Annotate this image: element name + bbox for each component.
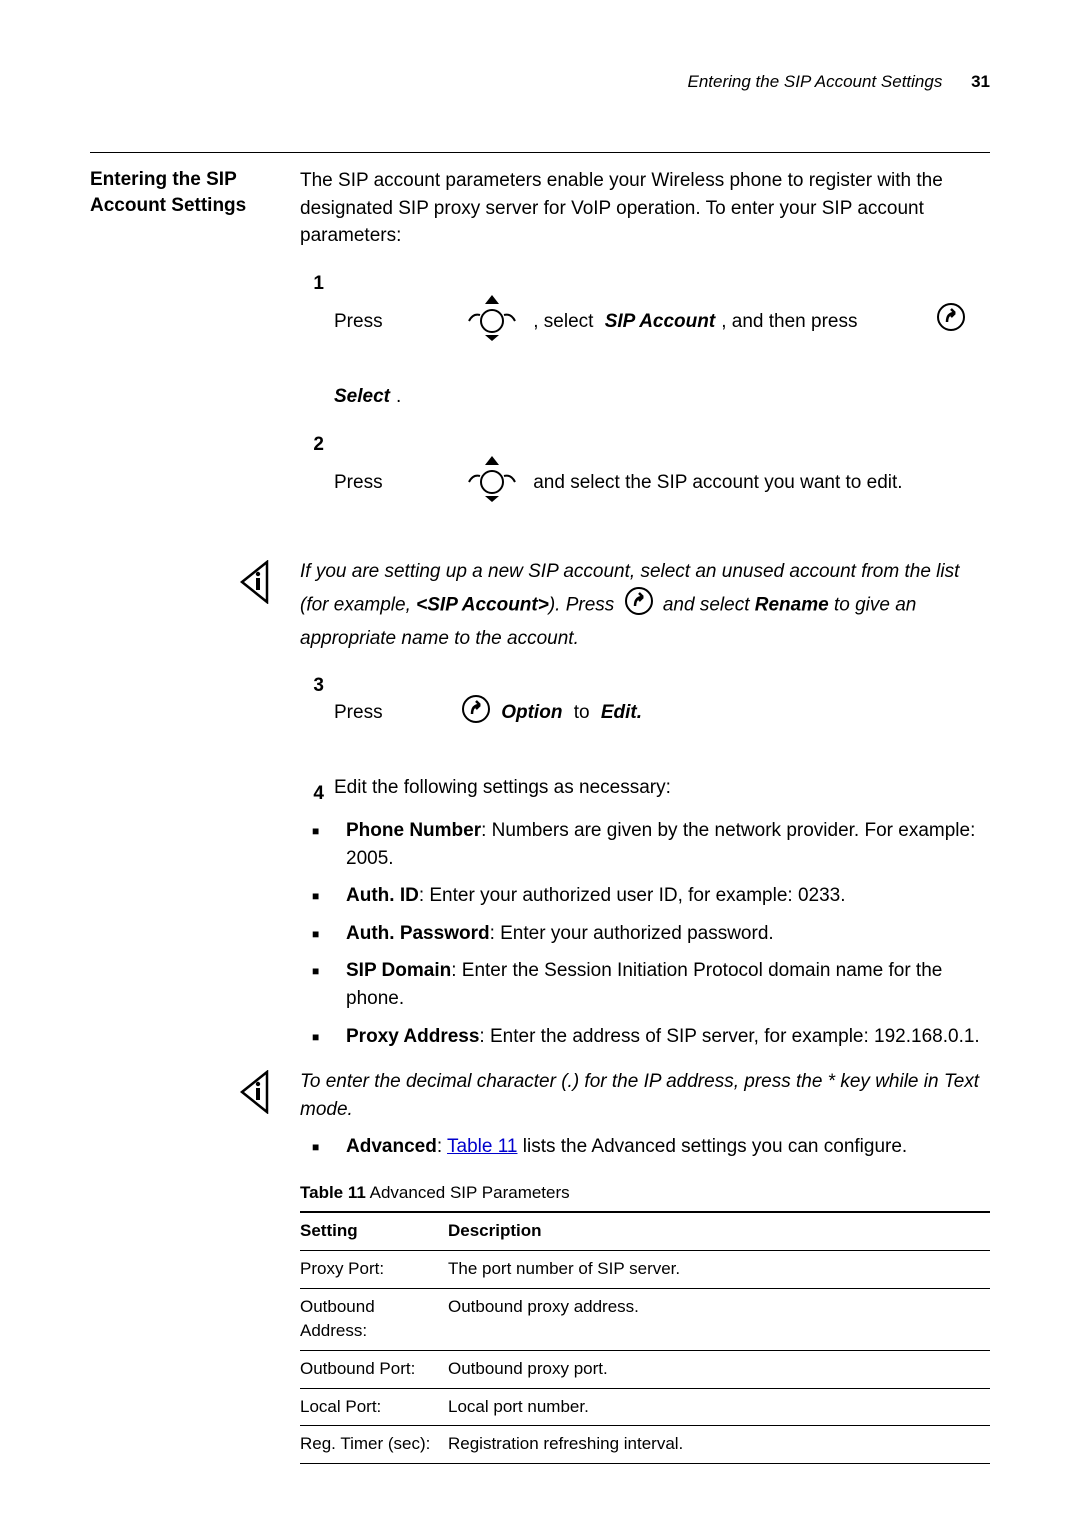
- step-2: 2 Press and select the SIP account you w…: [300, 425, 990, 541]
- table-row: Outbound Port: Outbound proxy port.: [300, 1350, 990, 1388]
- note-text: If you are setting up a new SIP account,…: [300, 558, 990, 652]
- text: : Enter the address of SIP server, for e…: [479, 1026, 979, 1047]
- list-item: ■ Proxy Address: Enter the address of SI…: [300, 1023, 990, 1051]
- text: ). Press: [549, 594, 620, 615]
- bullet-icon: ■: [300, 1133, 346, 1161]
- list-item: ■ Phone Number: Numbers are given by the…: [300, 817, 990, 872]
- bold-text: <SIP Account>: [416, 594, 549, 615]
- bullet-text: Auth. Password: Enter your authorized pa…: [346, 920, 990, 948]
- caption-number: Table 11: [300, 1183, 366, 1202]
- caption-title: Advanced SIP Parameters: [366, 1183, 570, 1202]
- label: SIP Domain: [346, 960, 451, 981]
- intro-paragraph: The SIP account parameters enable your W…: [300, 167, 990, 250]
- step-1: 1 Press , select SIP Account: [300, 264, 990, 411]
- text: Press: [334, 469, 388, 497]
- table-header-setting: Setting: [300, 1212, 448, 1250]
- note-block-1: If you are setting up a new SIP account,…: [300, 558, 990, 652]
- table-row: Outbound Address: Outbound proxy address…: [300, 1288, 990, 1350]
- bullet-text: SIP Domain: Enter the Session Initiation…: [346, 957, 990, 1012]
- label: Proxy Address: [346, 1026, 479, 1047]
- text: Press: [334, 308, 388, 336]
- bullet-icon: ■: [300, 817, 346, 872]
- text: and select: [658, 594, 755, 615]
- dpad-icon: [400, 264, 521, 380]
- table-header-description: Description: [448, 1212, 990, 1250]
- table-row: Reg. Timer (sec): Registration refreshin…: [300, 1426, 990, 1464]
- cell-setting: Local Port:: [300, 1388, 448, 1426]
- step-number: 3: [300, 666, 324, 700]
- text: .: [396, 383, 401, 411]
- bullet-text: Auth. ID: Enter your authorized user ID,…: [346, 882, 990, 910]
- list-item: ■ Auth. Password: Enter your authorized …: [300, 920, 990, 948]
- text: Press: [334, 699, 388, 727]
- table-row: Proxy Port: The port number of SIP serve…: [300, 1251, 990, 1289]
- softkey-icon: [873, 275, 966, 369]
- cell-setting: Proxy Port:: [300, 1251, 448, 1289]
- step-body: Press , select SIP Account , and then pr…: [334, 264, 990, 411]
- step-body: Press Option to Edit.: [334, 666, 990, 760]
- label: Auth. ID: [346, 885, 419, 906]
- section-heading: Entering the SIP Account Settings: [90, 167, 300, 1464]
- table-caption: Table 11 Advanced SIP Parameters: [300, 1181, 990, 1206]
- step-3: 3 Press Option to Edit.: [300, 666, 990, 760]
- info-icon: [240, 1068, 300, 1123]
- info-icon: [240, 558, 300, 652]
- step-number: 1: [300, 264, 324, 298]
- bold-text: Select: [334, 383, 390, 411]
- page-content: Entering the SIP Account Settings 31 Ent…: [0, 0, 1080, 1524]
- cell-setting: Reg. Timer (sec):: [300, 1426, 448, 1464]
- cell-description: Outbound proxy address.: [448, 1288, 990, 1350]
- page-number: 31: [971, 72, 990, 91]
- text: to: [568, 699, 594, 727]
- cell-setting: Outbound Address:: [300, 1288, 448, 1350]
- advanced-params-table: Setting Description Proxy Port: The port…: [300, 1211, 990, 1463]
- bold-text: Option: [501, 699, 562, 727]
- cell-description: Local port number.: [448, 1388, 990, 1426]
- bold-text: Rename: [755, 594, 829, 615]
- label: Phone Number: [346, 820, 481, 841]
- bullet-icon: ■: [300, 1023, 346, 1051]
- bold-text: SIP Account: [605, 308, 716, 336]
- label: Auth. Password: [346, 923, 490, 944]
- step-body: Edit the following settings as necessary…: [334, 774, 990, 802]
- softkey-icon: [398, 666, 491, 760]
- bullet-list-2: ■ Advanced: Table 11 lists the Advanced …: [300, 1133, 990, 1161]
- cell-description: The port number of SIP server.: [448, 1251, 990, 1289]
- bullet-icon: ■: [300, 920, 346, 948]
- running-header: Entering the SIP Account Settings 31: [90, 72, 990, 92]
- note-text: To enter the decimal character (.) for t…: [300, 1068, 990, 1123]
- cell-description: Outbound proxy port.: [448, 1350, 990, 1388]
- step-4: 4 Edit the following settings as necessa…: [300, 774, 990, 808]
- horizontal-rule: [90, 152, 990, 153]
- section-body: The SIP account parameters enable your W…: [300, 167, 990, 1464]
- list-item: ■ Advanced: Table 11 lists the Advanced …: [300, 1133, 990, 1161]
- bold-text: Edit.: [601, 699, 642, 727]
- cell-setting: Outbound Port:: [300, 1350, 448, 1388]
- text: lists the Advanced settings you can conf…: [517, 1136, 907, 1157]
- step-body: Press and select the SIP account you wan…: [334, 425, 990, 541]
- table-reference-link[interactable]: Table 11: [447, 1136, 517, 1157]
- text: : Enter your authorized password.: [490, 923, 774, 944]
- step-number: 4: [300, 774, 324, 808]
- step-number: 2: [300, 425, 324, 459]
- note-block-2: To enter the decimal character (.) for t…: [300, 1068, 990, 1123]
- text: , select: [533, 308, 598, 336]
- text: : Enter your authorized user ID, for exa…: [419, 885, 846, 906]
- table-row: Local Port: Local port number.: [300, 1388, 990, 1426]
- softkey-icon: [624, 586, 654, 625]
- list-item: ■ Auth. ID: Enter your authorized user I…: [300, 882, 990, 910]
- bullet-text: Proxy Address: Enter the address of SIP …: [346, 1023, 990, 1051]
- text: and select the SIP account you want to e…: [533, 469, 902, 497]
- bullet-icon: ■: [300, 957, 346, 1012]
- list-item: ■ SIP Domain: Enter the Session Initiati…: [300, 957, 990, 1012]
- bullet-list: ■ Phone Number: Numbers are given by the…: [300, 817, 990, 1050]
- cell-description: Registration refreshing interval.: [448, 1426, 990, 1464]
- label: Advanced: [346, 1136, 437, 1157]
- bullet-text: Phone Number: Numbers are given by the n…: [346, 817, 990, 872]
- text: , and then press: [721, 308, 863, 336]
- dpad-icon: [400, 425, 521, 541]
- bullet-icon: ■: [300, 882, 346, 910]
- header-title: Entering the SIP Account Settings: [688, 72, 943, 91]
- bullet-text: Advanced: Table 11 lists the Advanced se…: [346, 1133, 990, 1161]
